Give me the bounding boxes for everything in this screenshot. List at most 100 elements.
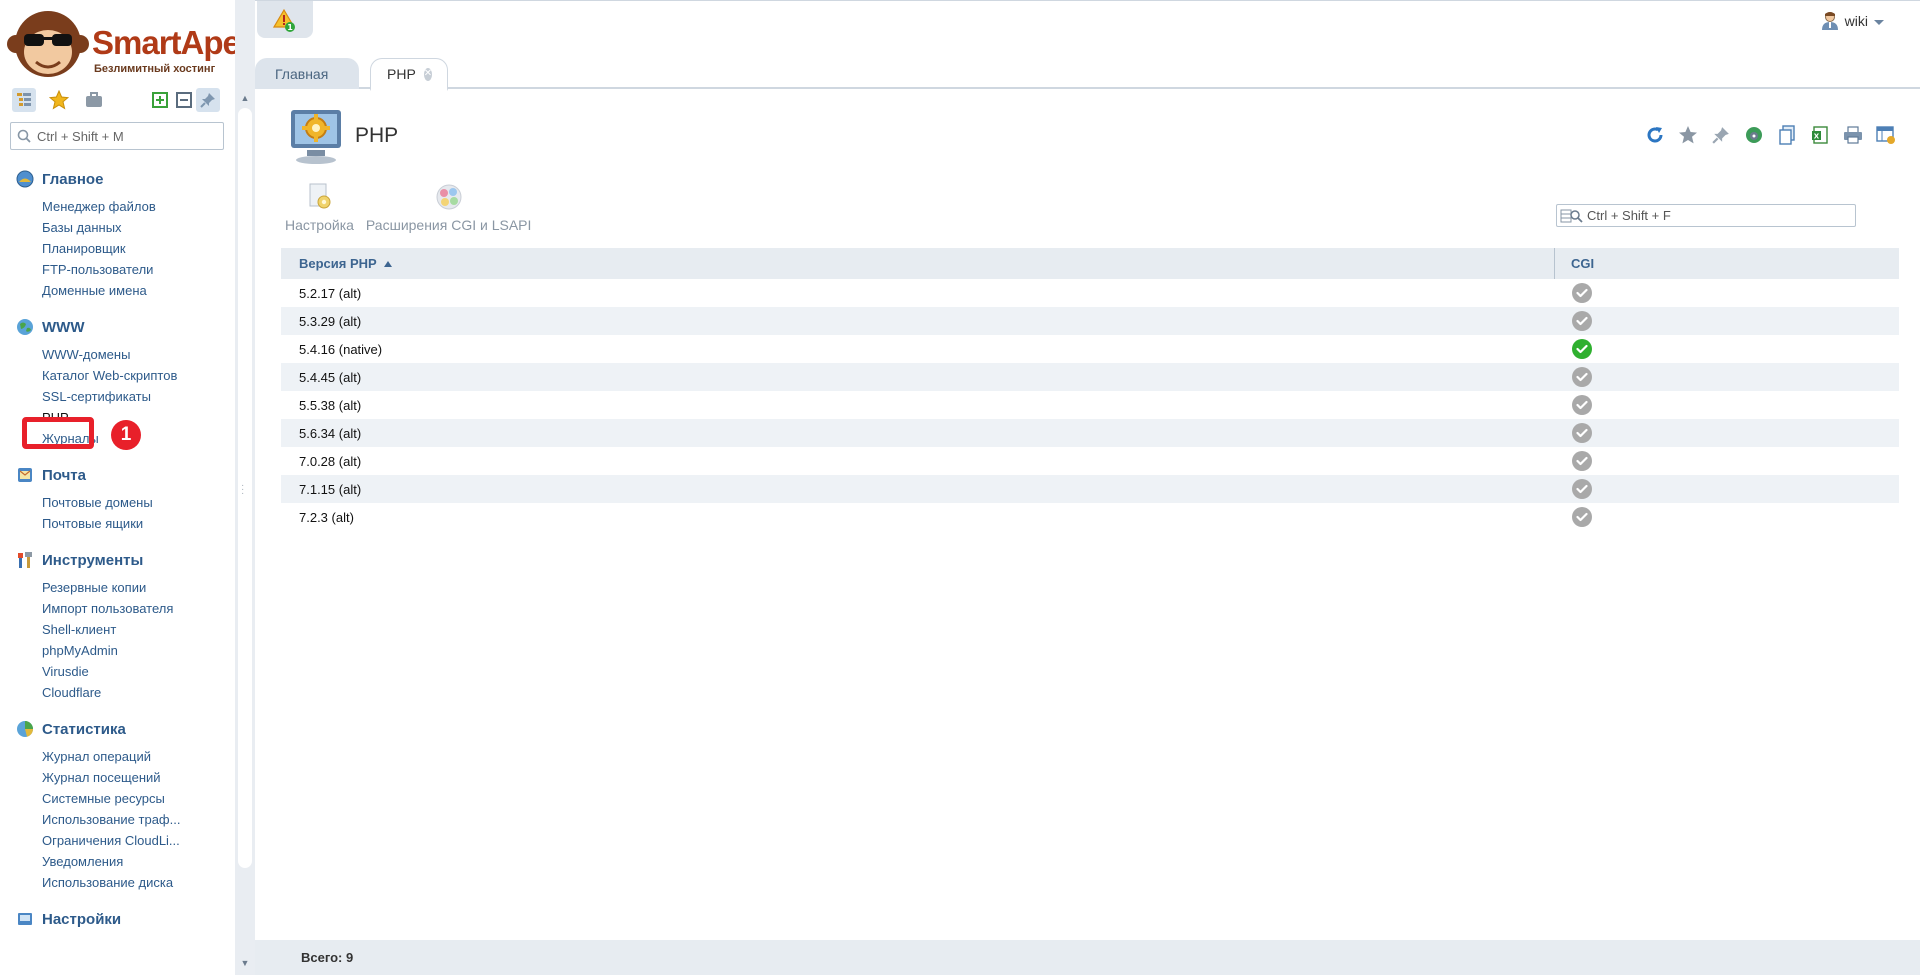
- user-menu[interactable]: wiki: [1821, 11, 1884, 31]
- sidebar-item-domain-names[interactable]: Доменные имена: [0, 280, 235, 301]
- sidebar-item-www-domains[interactable]: WWW-домены: [0, 344, 235, 365]
- monitoring-button[interactable]: [1737, 122, 1770, 148]
- scroll-up-arrow-icon[interactable]: ▲: [240, 93, 250, 103]
- table-filter-input[interactable]: [1587, 208, 1847, 223]
- table-row[interactable]: 5.2.17 (alt): [281, 279, 1899, 307]
- table-row[interactable]: 5.4.45 (alt): [281, 363, 1899, 391]
- nav-group-header-main[interactable]: Главное: [0, 168, 235, 190]
- cgi-extensions-action-button[interactable]: Расширения CGI и LSAPI: [366, 182, 531, 233]
- sidebar-item-file-manager[interactable]: Менеджер файлов: [0, 196, 235, 217]
- sidebar-item-visits-log[interactable]: Журнал посещений: [0, 767, 235, 788]
- sidebar-item-phpmyadmin[interactable]: phpMyAdmin: [0, 640, 235, 661]
- settings-icon: [15, 909, 35, 929]
- nav-group-header-www[interactable]: WWW: [0, 316, 235, 338]
- sidebar-splitter[interactable]: ▲ · · · ▼: [235, 0, 255, 975]
- sidebar-item-cloudlinux-limits[interactable]: Ограничения CloudLi...: [0, 830, 235, 851]
- refresh-icon: [1647, 127, 1662, 143]
- settings-action-button[interactable]: Настройка: [285, 182, 354, 233]
- cgi-status-cell: [1555, 395, 1592, 415]
- plus-square-icon: [152, 92, 168, 108]
- close-tab-icon[interactable]: ✕: [423, 67, 433, 81]
- print-button[interactable]: [1836, 122, 1869, 148]
- sidebar-item-mail-domains[interactable]: Почтовые домены: [0, 492, 235, 513]
- pin-page-button[interactable]: [1704, 122, 1737, 148]
- table-row[interactable]: 7.2.3 (alt): [281, 503, 1899, 531]
- check-disabled-icon: [1572, 311, 1592, 331]
- pin-menu-button[interactable]: [196, 88, 220, 112]
- table-row[interactable]: 7.1.15 (alt): [281, 475, 1899, 503]
- php-version-cell: 5.6.34 (alt): [299, 425, 362, 441]
- menu-search-field[interactable]: [10, 122, 224, 150]
- nav-group-mail: Почта Почтовые домены Почтовые ящики: [0, 464, 235, 534]
- username: wiki: [1844, 13, 1868, 29]
- copy-icon: [1778, 125, 1795, 145]
- splitter-grip-icon[interactable]: · · ·: [241, 481, 244, 499]
- sidebar-item-ftp-users[interactable]: FTP-пользователи: [0, 259, 235, 280]
- tree-list-icon: [17, 93, 31, 106]
- menu-tree-button[interactable]: [12, 88, 36, 112]
- cgi-status-cell: [1555, 423, 1592, 443]
- nav-group-header-tools[interactable]: Инструменты: [0, 549, 235, 571]
- copy-button[interactable]: [1770, 122, 1803, 148]
- sidebar-item-scheduler[interactable]: Планировщик: [0, 238, 235, 259]
- collapse-all-button[interactable]: [172, 88, 196, 112]
- table-row[interactable]: 5.6.34 (alt): [281, 419, 1899, 447]
- sidebar-toolbar: [12, 88, 226, 112]
- nav-group-header-mail[interactable]: Почта: [0, 464, 235, 486]
- add-favorite-button[interactable]: [1671, 122, 1704, 148]
- column-header-cgi[interactable]: CGI: [1555, 248, 1594, 279]
- php-version-cell: 5.4.45 (alt): [299, 369, 362, 385]
- table-row[interactable]: 5.5.38 (alt): [281, 391, 1899, 419]
- nav-group-statistics: Статистика Журнал операций Журнал посеще…: [0, 718, 235, 893]
- sidebar-item-operations-log[interactable]: Журнал операций: [0, 746, 235, 767]
- sidebar-item-backups[interactable]: Резервные копии: [0, 577, 235, 598]
- sidebar-item-notifications[interactable]: Уведомления: [0, 851, 235, 872]
- brand-tagline: Безлимитный хостинг: [94, 63, 216, 75]
- export-excel-button[interactable]: X: [1803, 122, 1836, 148]
- scroll-down-arrow-icon[interactable]: ▼: [240, 958, 250, 968]
- sidebar-item-traffic-usage[interactable]: Использование траф...: [0, 809, 235, 830]
- cgi-status-cell: [1555, 479, 1592, 499]
- tab-php[interactable]: PHP ✕: [370, 58, 448, 91]
- check-disabled-icon: [1572, 507, 1592, 527]
- printer-icon: [1843, 126, 1862, 144]
- action-toolbar: Настройка Расширения CGI и LSAPI: [285, 182, 543, 233]
- star-icon: [49, 90, 69, 110]
- www-globe-icon: [15, 317, 35, 337]
- sort-ascending-icon: [383, 260, 392, 267]
- alerts-button[interactable]: 1: [257, 1, 313, 38]
- sidebar-item-system-resources[interactable]: Системные ресурсы: [0, 788, 235, 809]
- sidebar-item-disk-usage[interactable]: Использование диска: [0, 872, 235, 893]
- sidebar-item-ssl-certificates[interactable]: SSL-сертификаты: [0, 386, 235, 407]
- table-footer: Всего: 9: [255, 940, 1920, 975]
- expand-all-button[interactable]: [148, 88, 172, 112]
- logo[interactable]: SmartApe Безлимитный хостинг: [6, 6, 235, 84]
- briefcase-button[interactable]: [82, 88, 106, 112]
- nav-group-header-settings[interactable]: Настройки: [0, 908, 235, 930]
- cgi-status-cell: [1555, 367, 1592, 387]
- sidebar-item-databases[interactable]: Базы данных: [0, 217, 235, 238]
- search-icon: [11, 129, 37, 143]
- sidebar-item-mailboxes[interactable]: Почтовые ящики: [0, 513, 235, 534]
- menu-search-input[interactable]: [37, 128, 217, 144]
- nav-group-label: Инструменты: [42, 551, 144, 569]
- briefcase-icon: [86, 92, 102, 107]
- table-row[interactable]: 5.3.29 (alt): [281, 307, 1899, 335]
- tab-home[interactable]: Главная: [255, 58, 359, 89]
- sidebar-item-cloudflare[interactable]: Cloudflare: [0, 682, 235, 703]
- table-row[interactable]: 5.4.16 (native): [281, 335, 1899, 363]
- php-version-cell: 5.5.38 (alt): [299, 397, 362, 413]
- table-row[interactable]: 7.0.28 (alt): [281, 447, 1899, 475]
- refresh-button[interactable]: [1638, 122, 1671, 148]
- table-filter-field[interactable]: [1556, 204, 1856, 227]
- sidebar-item-virusdie[interactable]: Virusdie: [0, 661, 235, 682]
- sidebar-item-web-scripts[interactable]: Каталог Web-скриптов: [0, 365, 235, 386]
- sidebar-item-import-user[interactable]: Импорт пользователя: [0, 598, 235, 619]
- favorites-button[interactable]: [47, 88, 71, 112]
- sidebar-item-shell-client[interactable]: Shell-клиент: [0, 619, 235, 640]
- table-settings-button[interactable]: [1869, 122, 1902, 148]
- nav-group-header-statistics[interactable]: Статистика: [0, 718, 235, 740]
- column-header-php-version[interactable]: Версия PHP: [281, 248, 1555, 279]
- top-bar: 1 wiki: [255, 0, 1920, 55]
- cgi-status-cell: [1555, 311, 1592, 331]
